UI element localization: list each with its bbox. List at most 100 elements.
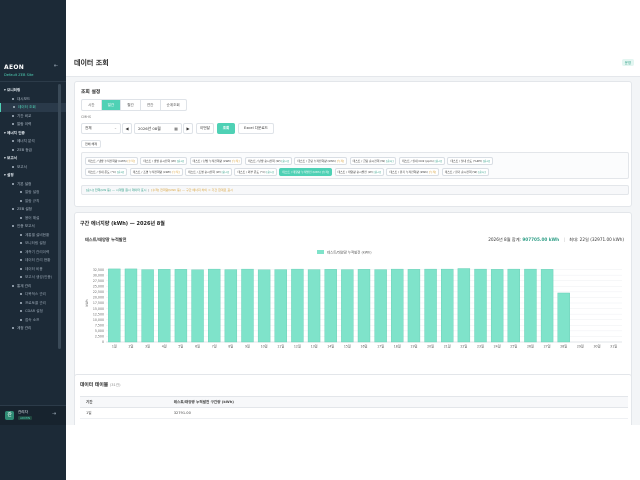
sensor-tag[interactable]: 테스트 / 조명 누적전력량 (kWh) [누적] bbox=[129, 167, 183, 176]
sidebar-item[interactable]: 다목적스 관리 bbox=[0, 290, 66, 299]
sensor-tag[interactable]: 테스트 / 태양광 누적발전 (kWh) [누적] bbox=[279, 167, 333, 176]
sensor-tag[interactable]: 테스트 / 급탕 누적전력량 (kWh) [누적] bbox=[294, 156, 348, 165]
table-column-header[interactable]: 기간 bbox=[80, 396, 168, 408]
sidebar-group[interactable]: ▾ 보고서 bbox=[0, 154, 66, 163]
x-tick-label: 23일 bbox=[477, 344, 484, 349]
x-tick-label: 8일 bbox=[228, 344, 233, 349]
data-table: 기간 테스트/태양광 누적발전 구간량 (kWh) 1일 32791.00 bbox=[80, 396, 628, 419]
sidebar-item[interactable]: 데이터 조회 bbox=[0, 103, 66, 112]
sidebar-item[interactable]: 대시보드 bbox=[0, 95, 66, 104]
sensor-tag[interactable]: 테스트 / 난방 순시전력 (W) [순시] bbox=[244, 156, 292, 165]
sidebar-item[interactable]: 데이터 관리 현황 bbox=[0, 256, 66, 265]
sensor-tag[interactable]: 테스트 / 실내 습도 (%RH) [순시] bbox=[447, 156, 494, 165]
excel-download-button[interactable]: Excel 다운로드 bbox=[238, 123, 274, 134]
bar bbox=[424, 268, 437, 343]
x-tick-label: 27일 bbox=[544, 344, 551, 349]
sidebar-item[interactable]: 보고서 생성(인증) bbox=[0, 273, 66, 282]
chevron-down-icon: ⌄ bbox=[113, 126, 117, 130]
tab-period[interactable]: 순계조회 bbox=[161, 100, 186, 110]
bar bbox=[490, 269, 504, 343]
x-tick-label: 13일 bbox=[311, 344, 318, 349]
x-tick-label: 15일 bbox=[344, 344, 351, 349]
tab-period[interactable]: 일간 bbox=[101, 100, 122, 110]
chevron-left-icon[interactable]: ⇤ bbox=[54, 63, 60, 69]
sidebar: AEON Default ZEB Site ⇤ ▾ 모니터링 대시보드 데이터 조회… bbox=[0, 0, 66, 480]
bar bbox=[374, 269, 387, 343]
tag-kind: [순시] bbox=[116, 169, 125, 174]
sidebar-item[interactable]: 통계 관리 bbox=[0, 282, 66, 291]
sidebar-item[interactable]: 계정 관리 bbox=[0, 324, 66, 333]
sidebar-item[interactable]: 용어 해설 bbox=[0, 214, 66, 223]
sidebar-item[interactable]: CDAR 설정 bbox=[0, 307, 66, 316]
logout-icon[interactable]: ⇥ bbox=[52, 411, 56, 417]
tag-row-2: 테스트 / 실내 온도 (°C) [순시] 테스트 / 조명 누적전력량 (kWh… bbox=[85, 166, 625, 177]
tab-period[interactable]: 시간 bbox=[82, 100, 102, 110]
sidebar-item[interactable]: 기본 설정 bbox=[0, 180, 66, 189]
bar bbox=[108, 268, 121, 343]
bullet-icon bbox=[12, 284, 14, 287]
calendar-icon[interactable]: ▦ bbox=[174, 124, 178, 133]
sidebar-item[interactable]: 계측기 관리이력 bbox=[0, 248, 66, 257]
site-name[interactable]: Default ZEB Site bbox=[4, 73, 34, 77]
sidebar-item[interactable]: 인증 보고서 bbox=[0, 222, 66, 231]
tag-row-1: 테스트 / 냉방 누적전력량 (kWh) [누적] 테스트 / 냉방 순시전력 (… bbox=[85, 155, 625, 166]
bullet-icon bbox=[12, 114, 14, 117]
y-tick-label: 32,500 bbox=[93, 268, 104, 272]
bar bbox=[407, 269, 421, 343]
month-input[interactable]: 2026년 08월 ▦ bbox=[134, 123, 182, 134]
table-column-header[interactable]: 테스트/태양광 누적발전 구간량 (kWh) bbox=[167, 396, 628, 408]
sensor-tag[interactable]: 테스트 / 냉방 누적전력량 (kWh) [누적] bbox=[85, 156, 138, 165]
sensor-tag[interactable]: 테스트 / 환기 순시전력 (W) [순시] bbox=[441, 167, 489, 176]
x-tick-label: 22일 bbox=[460, 344, 467, 349]
sidebar-item[interactable]: 알람 규칙 bbox=[0, 197, 66, 206]
sidebar-item[interactable]: 계통별 설비현황 bbox=[0, 231, 66, 240]
sensor-tag[interactable]: 테스트 / 실내 CO2 (ppm) [순시] bbox=[398, 156, 445, 165]
bar bbox=[474, 268, 487, 343]
sidebar-item[interactable]: 모니터링 설정 bbox=[0, 239, 66, 248]
sidebar-item[interactable]: 프로토콜 관리 bbox=[0, 299, 66, 308]
sidebar-item[interactable]: 기간 비교 bbox=[0, 112, 66, 121]
sidebar-item[interactable]: ZEB 등급 bbox=[0, 146, 66, 155]
sensor-tag[interactable]: 테스트 / 냉방 순시전력 (W) [순시] bbox=[140, 156, 188, 165]
sensor-tag[interactable]: 테스트 / 외부 온도 (°C) [순시] bbox=[234, 167, 277, 176]
y-tick-label: 5,000 bbox=[95, 329, 104, 333]
sensor-tag[interactable]: 테스트 / 난방 누적전력량 (kWh) [누적] bbox=[189, 156, 243, 165]
prev-month-button[interactable]: ◀ bbox=[122, 123, 132, 134]
sidebar-item[interactable]: 보고서 bbox=[0, 163, 66, 172]
table-row: 1일 32791.00 bbox=[80, 407, 628, 419]
sidebar-item[interactable]: ZEB 설정 bbox=[0, 205, 66, 214]
sidebar-item[interactable]: 알람 이력 bbox=[0, 120, 66, 129]
sidebar-item[interactable]: 데이터 비용 bbox=[0, 265, 66, 274]
tab-period[interactable]: 연간 bbox=[141, 100, 161, 110]
tag-kind: [누적] bbox=[172, 169, 180, 174]
x-tick-label: 6일 bbox=[195, 344, 200, 349]
sensor-tag[interactable]: 테스트 / 환기 누적전력량 (kWh) [누적] bbox=[386, 167, 440, 176]
bar bbox=[291, 268, 304, 343]
bullet-icon bbox=[12, 182, 14, 185]
sidebar-group[interactable]: ▾ 모니터링 bbox=[0, 86, 66, 95]
sidebar-item[interactable]: 에너지 분석 bbox=[0, 137, 66, 146]
sidebar-group[interactable]: ▾ 에너지 인증 bbox=[0, 129, 66, 138]
x-tick-label: 11일 bbox=[277, 344, 284, 349]
tab-period[interactable]: 월간 bbox=[121, 100, 141, 110]
search-button[interactable]: 조회 bbox=[217, 123, 235, 134]
sidebar-item[interactable]: 알람 설정 bbox=[0, 188, 66, 197]
this-month-button[interactable]: 이번달 bbox=[196, 123, 214, 134]
x-tick-label: 1일 bbox=[112, 344, 117, 349]
x-tick-label: 17일 bbox=[377, 344, 384, 349]
y-tick-label: 30,000 bbox=[93, 273, 104, 277]
sidebar-group[interactable]: ▾ 설정 bbox=[0, 171, 66, 180]
next-month-button[interactable]: ▶ bbox=[183, 123, 193, 134]
x-tick-label: 30일 bbox=[594, 344, 601, 349]
sensor-tag[interactable]: 테스트 / 태양광 순시발전 (W) [순시] bbox=[334, 167, 384, 176]
query-settings-title: 조회 설정 bbox=[81, 90, 101, 95]
sidebar-scrollbar[interactable] bbox=[58, 84, 61, 349]
sensor-tag[interactable]: 테스트 / 급탕 순시전력 (W) [순시] bbox=[349, 156, 397, 165]
category-select[interactable]: 전체 ⌄ bbox=[81, 123, 121, 134]
x-tick-label: 28일 bbox=[560, 344, 567, 349]
sensor-tag[interactable]: 테스트 / 실내 온도 (°C) [순시] bbox=[85, 167, 128, 176]
sensor-tag[interactable]: 테스트 / 조명 순시전력 (W) [순시] bbox=[185, 167, 232, 176]
sidebar-item[interactable]: 접속 소프 bbox=[0, 316, 66, 325]
select-all-button[interactable]: 전체 해제 bbox=[81, 140, 101, 148]
chart-series-title: 테스트/태양광 누적발전 bbox=[85, 237, 127, 242]
